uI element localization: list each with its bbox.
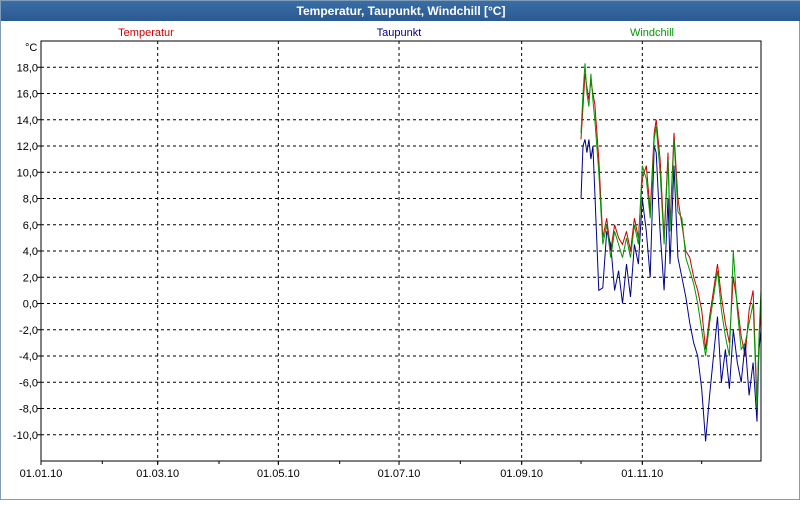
x-tick-label: 01.05.10 (257, 468, 300, 480)
window-title: Temperatur, Taupunkt, Windchill [°C] (296, 4, 506, 18)
legend-item-temperatur: Temperatur (118, 27, 174, 39)
y-axis-ticks: 18,0 16,0 14,0 12,0 10,0 8,0 6,0 4,0 2,0 0,0 -2,0 -… (13, 62, 41, 442)
x-tick-label: 01.09.10 (500, 468, 543, 480)
y-tick-label: -4,0 (19, 351, 38, 363)
grid-lines (41, 41, 761, 461)
y-tick-label: 4,0 (23, 246, 38, 258)
y-tick-label: -10,0 (13, 430, 38, 442)
window-titlebar: Temperatur, Taupunkt, Windchill [°C] (1, 1, 800, 21)
y-tick-label: 6,0 (23, 220, 38, 232)
y-axis-label: °C (25, 42, 37, 54)
chart-area: Temperatur Taupunkt Windchill °C 18,0 16,0 1… (1, 21, 800, 501)
legend-item-windchill: Windchill (630, 27, 674, 39)
x-tick-label: 01.03.10 (136, 468, 179, 480)
y-tick-label: 8,0 (23, 194, 38, 206)
y-tick-label: -2,0 (19, 325, 38, 337)
y-tick-label: 12,0 (17, 141, 38, 153)
y-tick-label: 16,0 (17, 89, 38, 101)
line-chart: Temperatur Taupunkt Windchill °C 18,016,01… (13, 27, 762, 480)
chart-legend: Temperatur Taupunkt Windchill (118, 27, 674, 39)
series-line-taupunkt (580, 139, 762, 442)
y-tick-label: 0,0 (23, 299, 38, 311)
x-tick-label: 01.01.10 (20, 468, 63, 480)
x-tick-label: 01.07.10 (378, 468, 421, 480)
chart-window: Temperatur, Taupunkt, Windchill [°C] Tem… (0, 0, 800, 500)
y-tick-label: 10,0 (17, 167, 38, 179)
y-tick-label: -6,0 (19, 377, 38, 389)
legend-item-taupunkt: Taupunkt (377, 27, 422, 39)
x-axis-ticks: 01.01.10 01.03.10 01.05.10 01.07.10 01.09.10… (20, 461, 703, 480)
y-tick-label: 2,0 (23, 272, 38, 284)
x-tick-label: 01.11.10 (621, 468, 663, 480)
y-tick-label: 14,0 (17, 115, 38, 127)
y-tick-label: -8,0 (19, 404, 38, 416)
y-tick-label: 18,0 (17, 62, 38, 74)
